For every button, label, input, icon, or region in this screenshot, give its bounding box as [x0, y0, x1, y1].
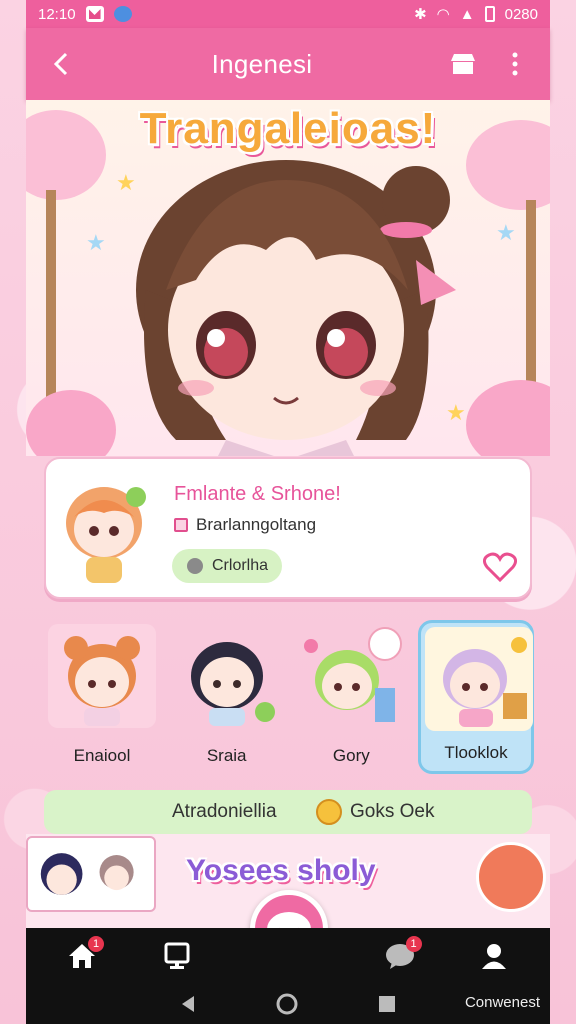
- nav-screen[interactable]: [155, 934, 199, 978]
- shop-button[interactable]: [446, 47, 480, 81]
- character-name: Tlooklok: [444, 743, 508, 762]
- system-recents-button[interactable]: [378, 995, 396, 1013]
- system-home-button[interactable]: [276, 993, 298, 1015]
- profile-name: Fmlante & Srhone!: [174, 483, 341, 505]
- bottom-banner: Yosees sholy: [186, 854, 376, 887]
- mail-icon: [85, 6, 104, 22]
- profile-subtitle: Brarlanngoltang: [196, 515, 317, 534]
- profile-avatar: [66, 487, 146, 583]
- tags-row: Atradoniellia Goks Oek: [44, 790, 532, 834]
- mascot-icon[interactable]: [476, 842, 546, 912]
- character-name: Sraia: [206, 746, 247, 765]
- bluetooth-icon: ✱: [414, 6, 427, 23]
- battery-icon: [484, 6, 495, 22]
- system-navigation-bar: Conwenest: [26, 984, 550, 1024]
- status-time: 12:10: [38, 5, 76, 23]
- more-vertical-icon: [512, 52, 518, 76]
- nav-home[interactable]: 1: [60, 934, 104, 978]
- character-card[interactable]: Gory: [293, 620, 409, 774]
- character-avatar: [304, 627, 403, 722]
- bush-decoration: [26, 390, 116, 456]
- note-icon: [174, 518, 188, 532]
- profile-tag-label: Crlorlha: [212, 557, 269, 574]
- page-title: Ingenesi: [211, 48, 313, 79]
- mini-thumbnail[interactable]: [26, 836, 156, 912]
- bottom-navigation: 1 1: [26, 928, 550, 984]
- blob-icon: [187, 558, 203, 574]
- tag-right[interactable]: Goks Oek: [316, 799, 434, 825]
- nav-profile[interactable]: [472, 934, 516, 978]
- status-bar: 12:10 ✱ ◠ ▲ 0280: [26, 0, 550, 28]
- hero-title: Trangaleioas!: [139, 104, 437, 153]
- nav-chat[interactable]: 1: [378, 934, 422, 978]
- notification-badge: 1: [405, 936, 422, 952]
- tag-right-label: Goks Oek: [350, 801, 435, 822]
- favorite-button[interactable]: [482, 549, 518, 585]
- hero-banner: ★ ★ ★ ★ Trangaleioas!: [26, 100, 550, 456]
- character-name: Gory: [332, 746, 370, 765]
- character-list: Enaiool Sraia Gory Tlooklok: [44, 620, 534, 774]
- more-options-button[interactable]: [498, 47, 532, 81]
- signal-icon: ▲: [459, 5, 475, 23]
- star-icon: ★: [86, 230, 106, 255]
- system-back-button[interactable]: [180, 995, 196, 1013]
- user-icon: [482, 944, 506, 969]
- bush-decoration: [466, 380, 550, 456]
- notification-badge: 1: [88, 936, 104, 952]
- system-label: Conwenest: [464, 994, 540, 1011]
- app-notification-icon: [113, 6, 132, 22]
- circle-home-icon: [276, 993, 298, 1015]
- tag-left[interactable]: Atradoniellia: [172, 801, 277, 823]
- smiley-icon: [316, 799, 342, 825]
- status-right-text: 0280: [504, 5, 538, 23]
- chevron-left-icon: [53, 52, 68, 76]
- character-avatar: [190, 642, 275, 726]
- character-card[interactable]: Enaiool: [44, 620, 160, 774]
- heart-icon: [483, 552, 517, 582]
- character-avatar: [48, 624, 156, 728]
- character-avatar: [424, 627, 533, 731]
- triangle-back-icon: [182, 996, 194, 1012]
- profile-subtitle-row: Brarlanngoltang: [174, 515, 316, 535]
- character-card[interactable]: Sraia: [169, 620, 285, 774]
- character-name: Enaiool: [73, 746, 131, 765]
- profile-tag[interactable]: Crlorlha: [172, 549, 283, 583]
- character-card-selected[interactable]: Tlooklok: [417, 620, 534, 774]
- app-header: Ingenesi: [26, 28, 550, 100]
- profile-card[interactable]: Fmlante & Srhone! Brarlanngoltang Crlorl…: [44, 457, 532, 599]
- back-button[interactable]: [44, 47, 78, 81]
- chibi-girl-illustration: [136, 160, 456, 456]
- star-icon: ★: [496, 220, 516, 245]
- square-recents-icon: [379, 996, 395, 1012]
- wifi-icon: ◠: [436, 6, 450, 23]
- monitor-icon: [164, 942, 189, 969]
- store-icon: [450, 54, 475, 74]
